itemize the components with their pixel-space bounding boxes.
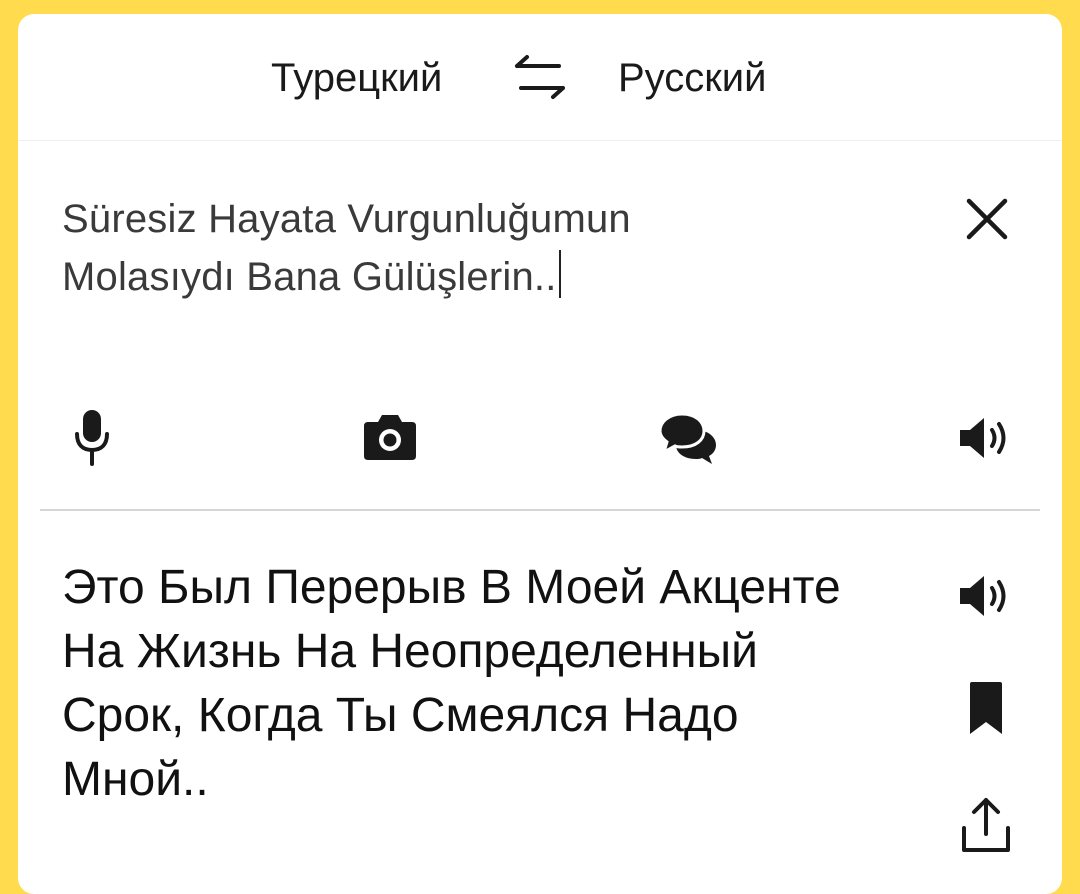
source-text-line: Süresiz Hayata Vurgunluğumun [62, 197, 631, 241]
swap-arrows-icon [515, 55, 565, 99]
translator-card: Турецкий Русский Süresiz Hayata Vurgunlu… [18, 14, 1062, 894]
microphone-icon [75, 410, 109, 466]
speak-translation-button[interactable] [954, 564, 1018, 628]
camera-icon [364, 415, 416, 460]
text-caret [558, 250, 561, 298]
speaker-icon [960, 576, 1006, 616]
camera-input-button[interactable] [358, 406, 422, 470]
source-language-button[interactable]: Турецкий [271, 54, 442, 102]
bookmark-icon [970, 682, 1002, 734]
clear-input-button[interactable] [962, 194, 1012, 244]
section-divider [40, 509, 1040, 511]
chat-bubbles-icon [658, 412, 716, 464]
speaker-icon [960, 418, 1006, 458]
source-text-input[interactable]: Süresiz Hayata Vurgunluğumun Molasıydı B… [62, 190, 922, 306]
share-button[interactable] [954, 794, 1018, 858]
source-text-line: Molasıydı Bana Gülüşlerin.. [62, 255, 557, 299]
bookmark-button[interactable] [954, 676, 1018, 740]
swap-languages-button[interactable] [509, 52, 571, 104]
dialog-mode-button[interactable] [656, 406, 720, 470]
source-text-line-with-caret: Molasıydı Bana Gülüşlerin.. [62, 248, 922, 306]
translation-output: Это Был Перерыв В Моей Акценте На Жизнь … [62, 561, 841, 806]
voice-input-button[interactable] [60, 406, 124, 470]
close-icon [966, 198, 1008, 240]
share-icon [962, 798, 1010, 852]
speak-source-button[interactable] [954, 406, 1018, 470]
language-bar: Турецкий Русский [18, 14, 1062, 141]
target-language-button[interactable]: Русский [618, 54, 766, 102]
